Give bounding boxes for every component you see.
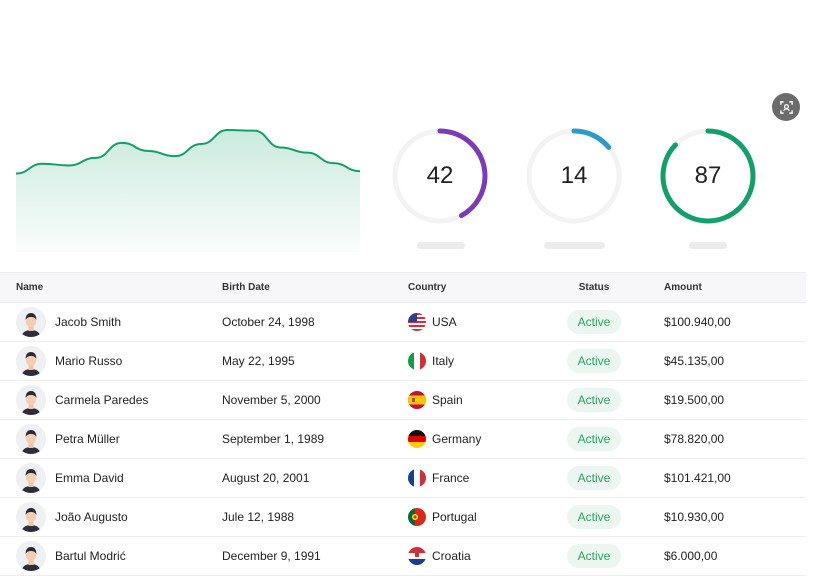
avatar — [16, 307, 46, 337]
name-cell: Bartul Modrić — [0, 536, 206, 576]
amount-cell: $45.135,00 — [648, 341, 806, 381]
country-name: France — [432, 471, 470, 485]
status-badge: Active — [566, 349, 622, 373]
gauge-caption-placeholder — [544, 242, 605, 249]
gauge-caption-placeholder — [689, 242, 727, 249]
name-cell: Petra Müller — [0, 419, 206, 459]
amount-cell: $100.940,00 — [648, 302, 806, 342]
name-cell: Emma David — [0, 458, 206, 498]
avatar — [16, 541, 46, 571]
table-row[interactable]: Emma David August 20, 2001 France Active $10… — [0, 458, 806, 498]
country-name: Germany — [432, 432, 482, 446]
country-cell: Portugal — [392, 497, 540, 537]
avatar — [16, 385, 46, 415]
expand-icon — [779, 100, 793, 114]
status-cell: Active — [540, 419, 648, 459]
croatia-flag-icon — [408, 547, 426, 565]
user-name: Carmela Paredes — [55, 393, 149, 407]
table-row[interactable]: Carmela Paredes November 5, 2000 Spain Acti… — [0, 380, 806, 420]
country-cell: France — [392, 458, 540, 498]
gauge-caption-placeholder — [417, 242, 465, 249]
avatar — [16, 346, 46, 376]
gauge-value: 14 — [560, 162, 588, 189]
italy-flag-icon — [408, 352, 426, 370]
user-name: Emma David — [55, 471, 124, 485]
amount-cell: $78.820,00 — [648, 419, 806, 459]
user-name: Bartul Modrić — [55, 549, 126, 563]
avatar — [16, 502, 46, 532]
birth-date-cell: Jule 12, 1988 — [206, 497, 392, 537]
dashboard-widgets: 42 14 87 — [0, 0, 814, 262]
column-header-name[interactable]: Name — [0, 272, 206, 303]
gauge-value: 87 — [694, 162, 722, 189]
column-header-status[interactable]: Status — [540, 272, 648, 303]
avatar — [16, 424, 46, 454]
table-row[interactable]: João Augusto Jule 12, 1988 Portugal Active $… — [0, 497, 806, 537]
status-cell: Active — [540, 302, 648, 342]
name-cell: Jacob Smith — [0, 302, 206, 342]
birth-date-cell: December 9, 1991 — [206, 536, 392, 576]
table-row[interactable]: Jacob Smith October 24, 1998 USA Active $100… — [0, 302, 806, 342]
user-name: João Augusto — [55, 510, 128, 524]
gauge-value: 42 — [426, 162, 454, 189]
amount-cell: $10.930,00 — [648, 497, 806, 537]
birth-date-cell: October 24, 1998 — [206, 302, 392, 342]
status-badge: Active — [566, 310, 622, 334]
country-cell: Spain — [392, 380, 540, 420]
gauge-3: 87 — [658, 126, 758, 226]
status-cell: Active — [540, 497, 648, 537]
country-name: USA — [432, 315, 457, 329]
status-cell: Active — [540, 536, 648, 576]
status-badge: Active — [566, 466, 622, 490]
country-name: Croatia — [432, 549, 471, 563]
france-flag-icon — [408, 469, 426, 487]
status-cell: Active — [540, 341, 648, 381]
user-name: Petra Müller — [55, 432, 120, 446]
status-cell: Active — [540, 380, 648, 420]
user-name: Mario Russo — [55, 354, 123, 368]
germany-flag-icon — [408, 430, 426, 448]
country-cell: Germany — [392, 419, 540, 459]
user-name: Jacob Smith — [55, 315, 122, 329]
portugal-flag-icon — [408, 508, 426, 526]
country-name: Italy — [432, 354, 455, 368]
column-header-amount[interactable]: Amount — [648, 272, 806, 303]
country-name: Spain — [432, 393, 463, 407]
birth-date-cell: May 22, 1995 — [206, 341, 392, 381]
usa-flag-icon — [408, 313, 426, 331]
name-cell: João Augusto — [0, 497, 206, 537]
table-header-row: Name Birth Date Country Status Amount — [0, 272, 806, 303]
birth-date-cell: August 20, 2001 — [206, 458, 392, 498]
status-cell: Active — [540, 458, 648, 498]
area-chart — [16, 129, 360, 252]
birth-date-cell: September 1, 1989 — [206, 419, 392, 459]
table-row[interactable]: Mario Russo May 22, 1995 Italy Active $45.13… — [0, 341, 806, 381]
birth-date-cell: November 5, 2000 — [206, 380, 392, 420]
users-table-container: Name Birth Date Country Status Amount Ja… — [0, 272, 806, 576]
table-row[interactable]: Petra Müller September 1, 1989 Germany Acti… — [0, 419, 806, 459]
status-badge: Active — [566, 505, 622, 529]
country-cell: USA — [392, 302, 540, 342]
users-table: Name Birth Date Country Status Amount Ja… — [0, 272, 806, 576]
amount-cell: $101.421,00 — [648, 458, 806, 498]
status-badge: Active — [566, 427, 622, 451]
country-cell: Croatia — [392, 536, 540, 576]
name-cell: Carmela Paredes — [0, 380, 206, 420]
spain-flag-icon — [408, 391, 426, 409]
amount-cell: $19.500,00 — [648, 380, 806, 420]
table-row[interactable]: Bartul Modrić December 9, 1991 Croatia Acti… — [0, 536, 806, 576]
country-name: Portugal — [432, 510, 477, 524]
gauge-1: 42 — [390, 126, 490, 226]
expand-button[interactable] — [772, 93, 800, 121]
name-cell: Mario Russo — [0, 341, 206, 381]
avatar — [16, 463, 46, 493]
column-header-country[interactable]: Country — [392, 272, 540, 303]
area-chart-fill — [16, 130, 360, 252]
country-cell: Italy — [392, 341, 540, 381]
status-badge: Active — [566, 544, 622, 568]
column-header-birth-date[interactable]: Birth Date — [206, 272, 392, 303]
status-badge: Active — [566, 388, 622, 412]
amount-cell: $6.000,00 — [648, 536, 806, 576]
gauge-2: 14 — [524, 126, 624, 226]
